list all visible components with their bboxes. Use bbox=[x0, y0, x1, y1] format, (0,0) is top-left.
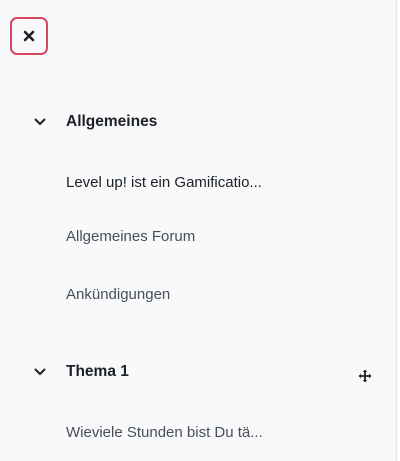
activity-link[interactable]: Allgemeines Forum bbox=[66, 226, 195, 248]
close-drawer-button[interactable] bbox=[10, 17, 48, 55]
chevron-down-icon[interactable] bbox=[34, 365, 48, 379]
section-title[interactable]: Thema 1 bbox=[66, 363, 129, 381]
chevron-down-icon[interactable] bbox=[34, 115, 48, 129]
section-header-allgemeines[interactable]: Allgemeines bbox=[34, 110, 157, 134]
activity-link[interactable]: Wieviele Stunden bist Du tä... bbox=[66, 422, 263, 444]
activity-link[interactable]: Ankündigungen bbox=[66, 284, 170, 306]
close-icon bbox=[23, 30, 35, 42]
move-icon[interactable] bbox=[356, 367, 374, 385]
section-title[interactable]: Allgemeines bbox=[66, 113, 157, 131]
activity-link[interactable]: Level up! ist ein Gamificatio... bbox=[66, 172, 262, 194]
course-index-drawer: Allgemeines Level up! ist ein Gamificati… bbox=[0, 0, 397, 461]
section-header-thema-1[interactable]: Thema 1 bbox=[34, 360, 129, 384]
